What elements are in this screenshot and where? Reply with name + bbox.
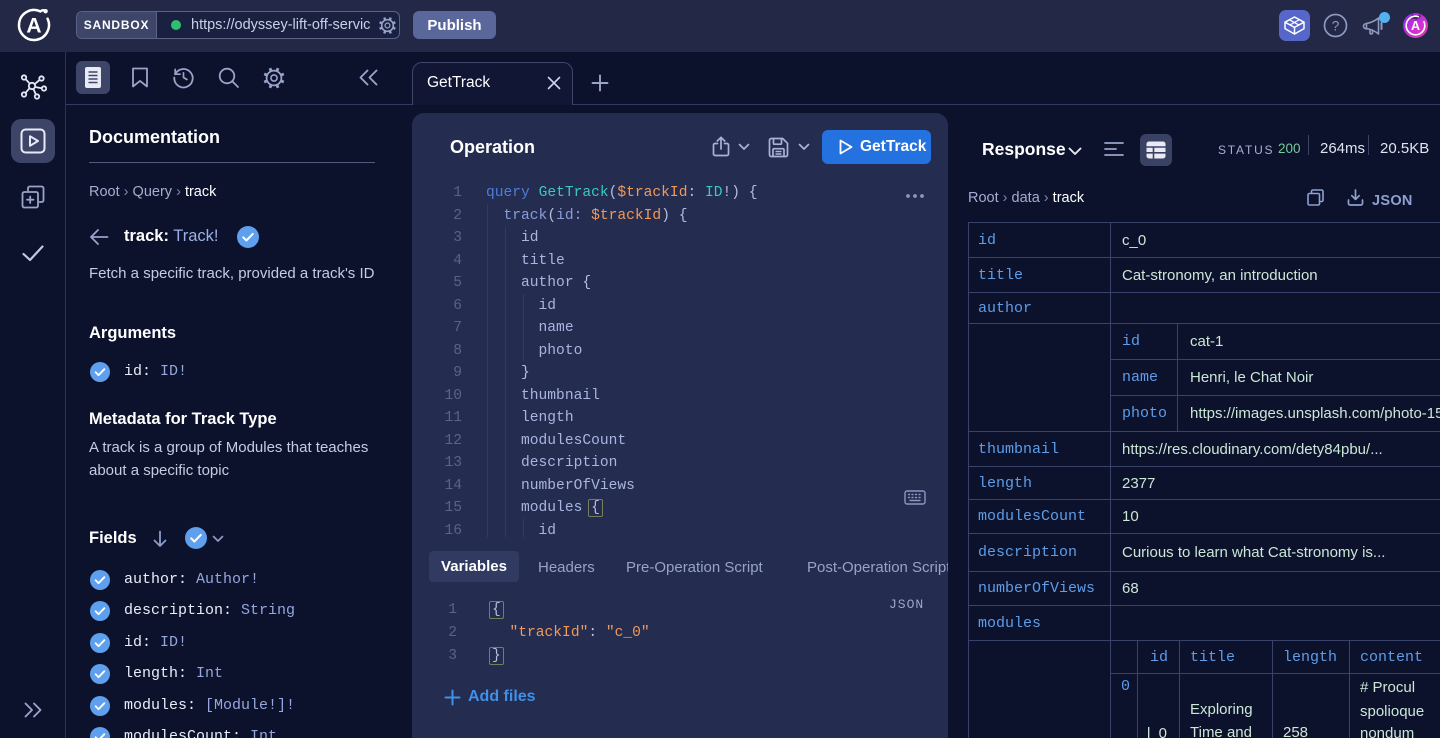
svg-text:A: A [1411, 19, 1420, 33]
svg-text:A: A [26, 15, 41, 38]
svg-text:?: ? [1332, 18, 1340, 34]
